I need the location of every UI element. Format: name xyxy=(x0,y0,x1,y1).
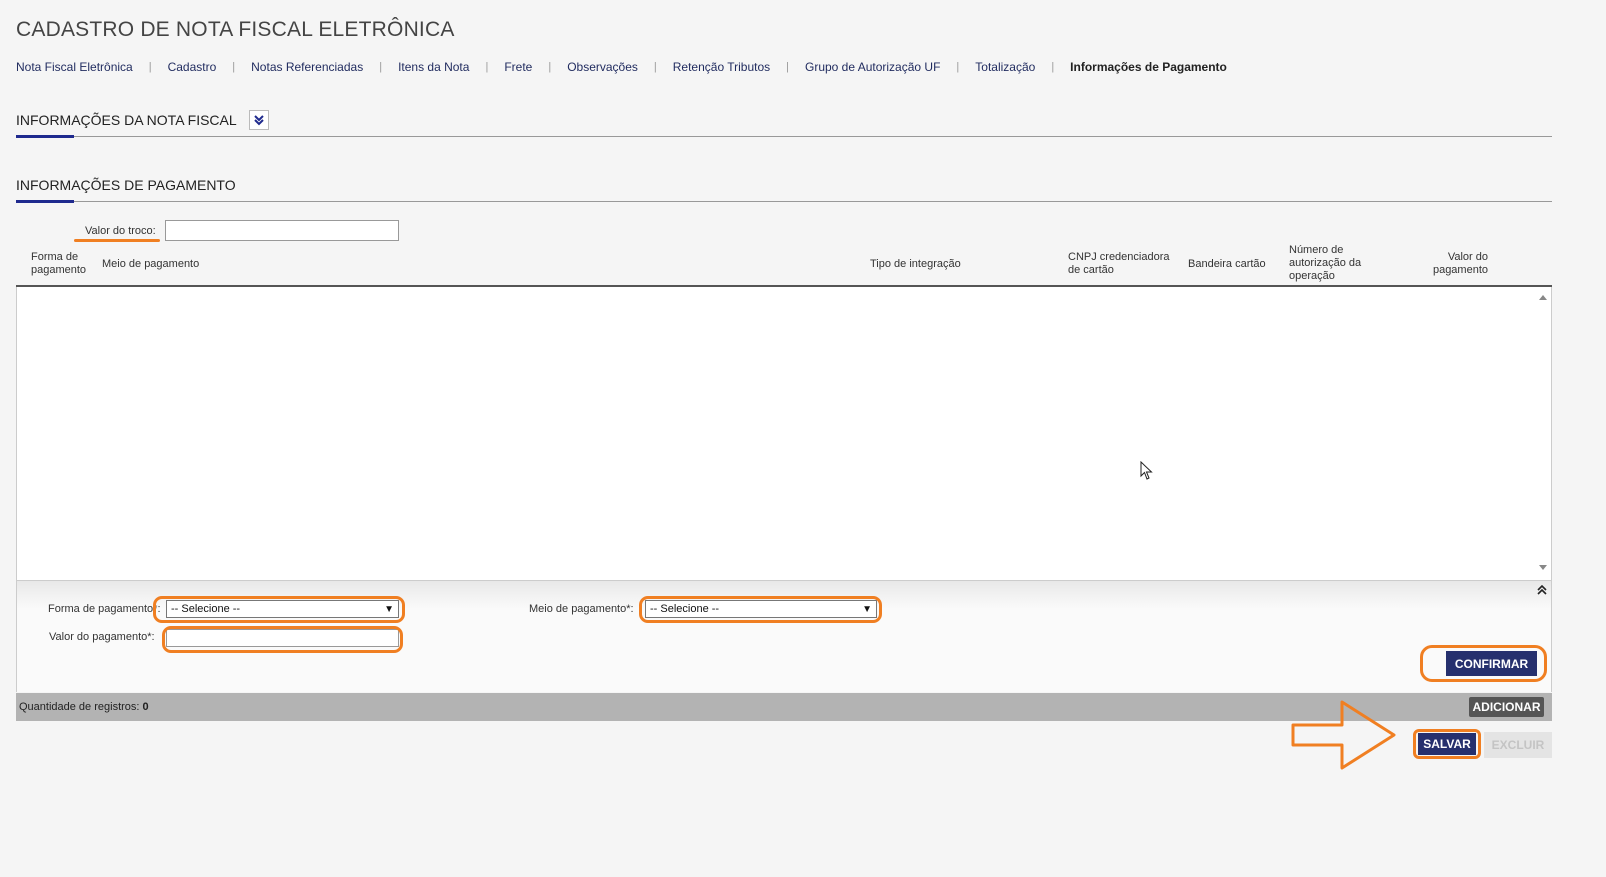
confirmar-button[interactable]: CONFIRMAR xyxy=(1446,651,1537,676)
tab-grupo-autorizacao-uf[interactable]: Grupo de Autorização UF xyxy=(805,60,940,74)
tab-observacoes[interactable]: Observações xyxy=(567,60,638,74)
section-nota-fiscal: INFORMAÇÕES DA NOTA FISCAL xyxy=(16,110,1552,138)
forma-pagamento-label: Forma de pagamento*: xyxy=(48,603,161,615)
meio-pagamento-value: -- Selecione -- xyxy=(650,603,720,615)
tab-bar: Nota Fiscal Eletrônica | Cadastro | Nota… xyxy=(16,60,1227,74)
tab-separator: | xyxy=(1051,61,1055,73)
valor-pagamento-input[interactable] xyxy=(166,629,399,647)
tab-separator: | xyxy=(485,61,489,73)
column-header-meio: Meio de pagamento xyxy=(102,258,200,270)
column-header-forma: Forma de pagamento xyxy=(31,251,87,276)
forma-pagamento-select[interactable]: -- Selecione -- ▼ xyxy=(166,600,399,618)
chevron-down-icon: ▼ xyxy=(384,603,394,615)
tab-separator: | xyxy=(232,61,236,73)
scroll-down-icon[interactable] xyxy=(1539,565,1547,570)
record-count-value: 0 xyxy=(142,701,149,713)
tab-separator: | xyxy=(786,61,789,73)
meio-pagamento-label: Meio de pagamento*: xyxy=(529,603,634,615)
section-title-nota-fiscal: INFORMAÇÕES DA NOTA FISCAL xyxy=(16,112,237,128)
record-count: Quantidade de registros: 0 xyxy=(19,701,149,713)
forma-pagamento-value: -- Selecione -- xyxy=(171,603,241,615)
troco-input[interactable] xyxy=(165,220,399,241)
tab-cadastro[interactable]: Cadastro xyxy=(168,60,217,74)
section-underline xyxy=(16,200,74,203)
column-header-cnpj: CNPJ credenciadora de cartão xyxy=(1068,251,1170,276)
expand-down-icon[interactable] xyxy=(248,110,269,130)
tab-separator: | xyxy=(148,61,152,73)
troco-label: Valor do troco: xyxy=(85,225,156,237)
valor-pagamento-label: Valor do pagamento*: xyxy=(49,631,155,643)
column-header-tipo-integracao: Tipo de integração xyxy=(870,258,961,270)
tab-separator: | xyxy=(548,61,552,73)
excluir-button[interactable]: EXCLUIR xyxy=(1484,732,1552,758)
column-header-valor: Valor do pagamento xyxy=(1432,251,1488,276)
arrow-right-icon xyxy=(1291,700,1396,770)
payment-grid xyxy=(16,287,1552,581)
section-underline xyxy=(16,135,74,138)
tab-informacoes-pagamento[interactable]: Informações de Pagamento xyxy=(1070,60,1227,74)
salvar-button[interactable]: SALVAR xyxy=(1418,733,1476,755)
highlight-underline xyxy=(74,239,160,242)
column-header-autorizacao: Número de autorização da operação xyxy=(1289,244,1362,282)
tab-retencao-tributos[interactable]: Retenção Tributos xyxy=(673,60,770,74)
chevron-down-icon: ▼ xyxy=(862,603,872,615)
scroll-up-icon[interactable] xyxy=(1539,295,1547,300)
mouse-cursor-icon xyxy=(1140,461,1153,480)
meio-pagamento-select[interactable]: -- Selecione -- ▼ xyxy=(645,600,877,618)
column-header-bandeira: Bandeira cartão xyxy=(1188,258,1266,270)
tab-nota-fiscal[interactable]: Nota Fiscal Eletrônica xyxy=(16,60,133,74)
tab-separator: | xyxy=(956,61,960,73)
section-title-pagamento: INFORMAÇÕES DE PAGAMENTO xyxy=(16,177,236,193)
tab-separator: | xyxy=(653,61,657,73)
collapse-up-icon[interactable] xyxy=(1537,583,1547,598)
tab-separator: | xyxy=(379,61,383,73)
page-title: CADASTRO DE NOTA FISCAL ELETRÔNICA xyxy=(16,18,455,41)
tab-frete[interactable]: Frete xyxy=(504,60,532,74)
section-pagamento: INFORMAÇÕES DE PAGAMENTO xyxy=(16,177,1552,203)
adicionar-button[interactable]: ADICIONAR xyxy=(1469,697,1544,717)
tab-itens-da-nota[interactable]: Itens da Nota xyxy=(398,60,469,74)
tab-notas-referenciadas[interactable]: Notas Referenciadas xyxy=(251,60,363,74)
tab-totalizacao[interactable]: Totalização xyxy=(975,60,1035,74)
record-count-label: Quantidade de registros: xyxy=(19,701,140,713)
